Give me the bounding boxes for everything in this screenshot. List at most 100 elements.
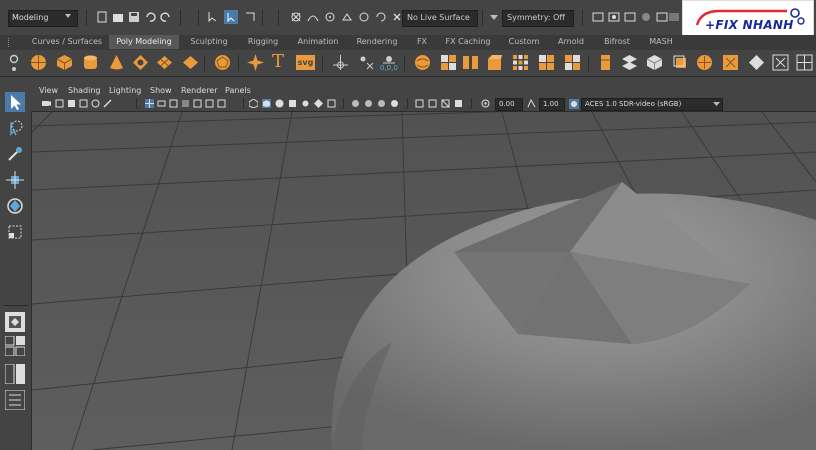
snap-to-grid-icon[interactable] xyxy=(290,11,302,23)
live-surface-field[interactable]: No Live Surface xyxy=(402,10,478,27)
isolate-select-icon[interactable] xyxy=(390,99,399,108)
safe-action-icon[interactable] xyxy=(205,99,214,108)
menu-set-dropdown[interactable]: Modeling xyxy=(8,10,78,27)
tab-mash[interactable]: MASH xyxy=(643,35,679,49)
motion-blur-icon[interactable] xyxy=(351,99,360,108)
chevron-down-icon[interactable] xyxy=(490,15,498,21)
tab-rendering[interactable]: Rendering xyxy=(350,35,404,49)
poly-cylinder-icon[interactable] xyxy=(82,54,99,71)
tab-custom[interactable]: Custom xyxy=(503,35,545,49)
combine-icon[interactable] xyxy=(414,54,431,71)
separate-icon[interactable] xyxy=(332,54,349,71)
menu-lighting[interactable]: Lighting xyxy=(109,86,141,95)
render-icon[interactable] xyxy=(592,11,604,23)
poly-sphere-icon[interactable] xyxy=(30,54,47,71)
four-view-layout-icon[interactable] xyxy=(5,336,25,356)
insert-edge-loop-icon[interactable] xyxy=(621,54,638,71)
tab-rigging[interactable]: Rigging xyxy=(240,35,286,49)
image-plane-icon[interactable] xyxy=(79,99,88,108)
safe-title-icon[interactable] xyxy=(217,99,226,108)
two-d-pan-zoom-icon[interactable] xyxy=(91,99,100,108)
grid-toggle-icon[interactable] xyxy=(145,99,154,108)
near-clip-field[interactable]: 0.00 xyxy=(495,98,523,111)
target-weld-icon[interactable] xyxy=(672,54,689,71)
shelf-options-icon[interactable] xyxy=(9,66,19,72)
mirror-icon[interactable] xyxy=(696,54,713,71)
multisample-aa-icon[interactable] xyxy=(364,99,373,108)
undo-icon[interactable] xyxy=(144,11,156,23)
camera-lock-icon[interactable] xyxy=(55,99,64,108)
star-icon[interactable] xyxy=(247,54,264,71)
bookmark-icon[interactable] xyxy=(67,99,76,108)
hypershade-icon[interactable] xyxy=(640,11,652,23)
poly-cube-icon[interactable] xyxy=(56,54,73,71)
type-icon[interactable]: T xyxy=(272,51,284,72)
reduce-icon[interactable] xyxy=(748,54,765,71)
smooth-icon[interactable] xyxy=(722,54,739,71)
svg-icon[interactable]: svg xyxy=(296,55,315,70)
open-scene-icon[interactable] xyxy=(112,11,124,23)
extrude-icon[interactable] xyxy=(486,54,503,71)
snap-to-surface-icon[interactable] xyxy=(358,11,370,23)
outliner-layout-icon[interactable] xyxy=(5,390,25,410)
rotate-tool-icon[interactable] xyxy=(5,196,25,216)
tab-arnold[interactable]: Arnold xyxy=(551,35,591,49)
symmetry-dropdown[interactable]: Symmetry: Off xyxy=(502,10,574,27)
backface-icon[interactable] xyxy=(454,99,463,108)
fill-hole-icon[interactable] xyxy=(564,54,581,71)
xray-icon[interactable] xyxy=(415,99,424,108)
poly-plane-icon[interactable] xyxy=(156,54,173,71)
menu-shading[interactable]: Shading xyxy=(68,86,101,95)
grease-pencil-icon[interactable] xyxy=(103,99,112,108)
bevel-icon[interactable] xyxy=(512,54,529,71)
new-scene-icon[interactable] xyxy=(96,11,108,23)
gamma-icon[interactable] xyxy=(527,99,536,108)
menu-view[interactable]: View xyxy=(39,86,58,95)
append-icon[interactable] xyxy=(538,54,555,71)
ambient-occlusion-icon[interactable] xyxy=(327,99,336,108)
triangulate-icon[interactable] xyxy=(772,54,789,71)
make-live-icon[interactable] xyxy=(375,11,387,23)
tab-poly-modeling[interactable]: Poly Modeling xyxy=(109,35,179,49)
move-tool-icon[interactable] xyxy=(5,170,25,190)
gear-icon[interactable] xyxy=(9,54,19,64)
poly-torus-icon[interactable] xyxy=(132,54,149,71)
gate-mask-icon[interactable] xyxy=(181,99,190,108)
xray-joints-icon[interactable] xyxy=(441,99,450,108)
xray-active-icon[interactable] xyxy=(428,99,437,108)
resolution-gate-icon[interactable] xyxy=(169,99,178,108)
smooth-shade-icon[interactable] xyxy=(262,99,271,108)
poly-cone-icon[interactable] xyxy=(108,54,125,71)
perspective-viewport[interactable] xyxy=(32,112,816,450)
snap-to-point-icon[interactable] xyxy=(324,11,336,23)
color-management-icon[interactable] xyxy=(569,99,579,109)
select-tool-button[interactable] xyxy=(5,92,25,112)
field-chart-icon[interactable] xyxy=(193,99,202,108)
paint-select-icon[interactable] xyxy=(5,144,25,164)
platonic-icon[interactable] xyxy=(214,54,231,71)
tab-sculpting[interactable]: Sculpting xyxy=(184,35,234,49)
select-by-component-icon[interactable] xyxy=(244,11,256,23)
two-view-layout-icon[interactable] xyxy=(5,364,25,384)
tab-animation[interactable]: Animation xyxy=(292,35,344,49)
render-settings-icon[interactable] xyxy=(624,11,636,23)
camera-icon[interactable] xyxy=(42,99,51,108)
menu-show[interactable]: Show xyxy=(150,86,172,95)
scale-tool-icon[interactable] xyxy=(5,222,25,242)
uv-coords-icon[interactable] xyxy=(358,54,375,71)
extract-icon[interactable] xyxy=(440,54,457,71)
textured-icon[interactable] xyxy=(288,99,297,108)
exposure-icon[interactable] xyxy=(481,99,490,108)
lasso-tool-icon[interactable] xyxy=(5,118,25,138)
redo-icon[interactable] xyxy=(160,11,172,23)
wireframe-on-shaded-icon[interactable] xyxy=(275,99,284,108)
color-space-dropdown[interactable]: ACES 1.0 SDR-video (sRGB) xyxy=(581,98,723,111)
single-perspective-layout-icon[interactable] xyxy=(5,312,25,332)
ipr-render-icon[interactable] xyxy=(608,11,620,23)
select-by-object-icon[interactable] xyxy=(224,10,238,24)
far-clip-field[interactable]: 1.00 xyxy=(539,98,565,111)
snap-to-view-plane-icon[interactable] xyxy=(341,11,353,23)
tab-bifrost[interactable]: Bifrost xyxy=(597,35,637,49)
use-all-lights-icon[interactable] xyxy=(301,99,310,108)
save-scene-icon[interactable] xyxy=(128,11,140,23)
